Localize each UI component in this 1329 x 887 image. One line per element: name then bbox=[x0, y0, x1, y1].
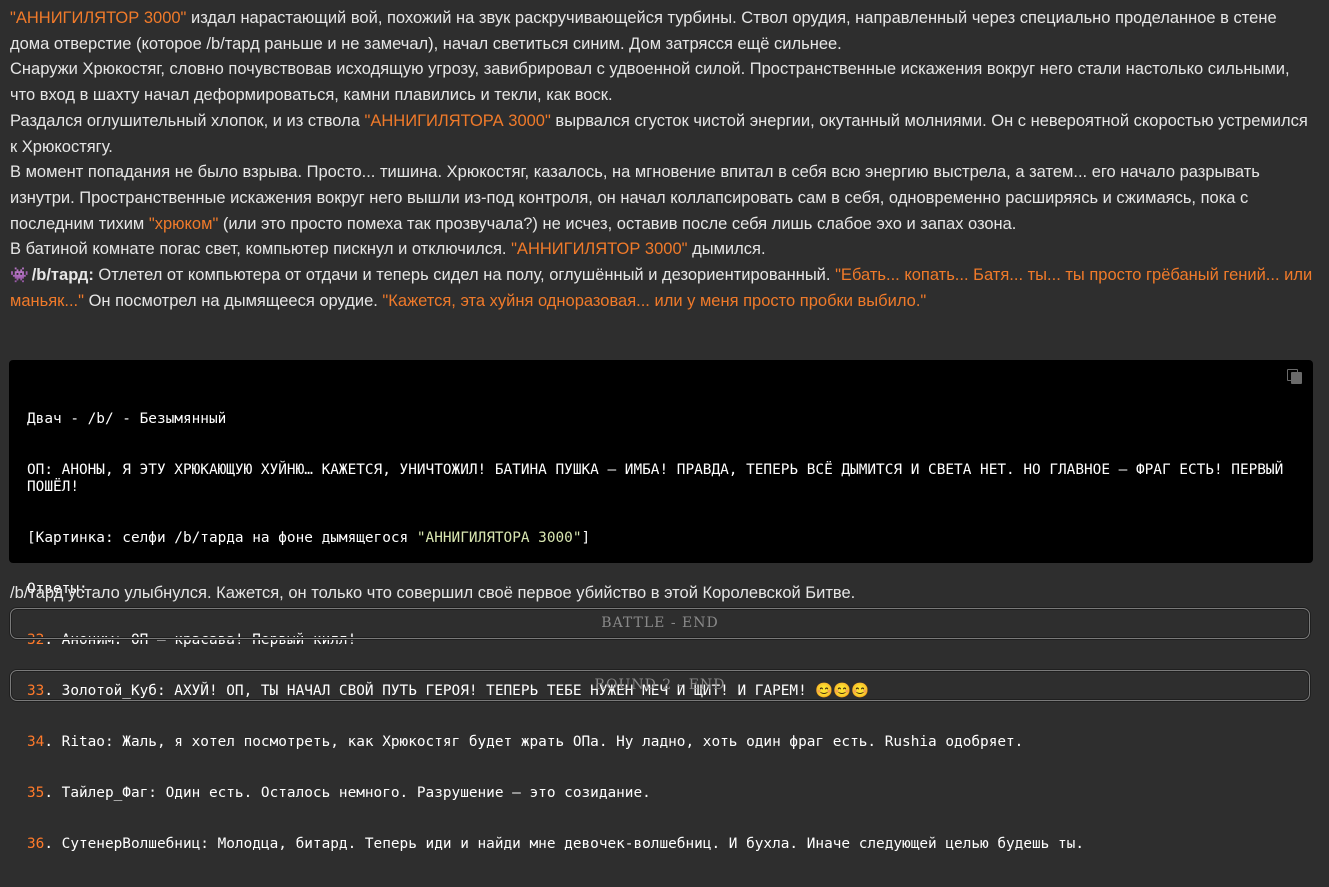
story-paragraph: В момент попадания не было взрыва. Прост… bbox=[10, 163, 1260, 233]
thread-op: ОП: АНОНЫ, Я ЭТУ ХРЮКАЮЩУЮ ХУЙНЮ… КАЖЕТС… bbox=[27, 462, 1292, 495]
quote-highlight: "АННИГИЛЯТОРА 3000" bbox=[364, 111, 551, 130]
story-paragraph: Снаружи Хрюкостяг, словно почувствовав и… bbox=[10, 60, 1290, 105]
story-paragraph: Раздался оглушительный хлопок, и из ство… bbox=[10, 111, 1308, 156]
closing-text: /b/тард устало улыбнулся. Кажется, он то… bbox=[10, 584, 856, 602]
code-block: Двач - /b/ - Безымянный ОП: АНОНЫ, Я ЭТУ… bbox=[9, 360, 1313, 852]
quote-highlight: "АННИГИЛЯТОР 3000" bbox=[10, 9, 187, 27]
quote-highlight: "Кажется, эта хуйня одноразовая... или у… bbox=[382, 291, 927, 310]
story-paragraph: В батиной комнате погас свет, компьютер … bbox=[10, 240, 766, 259]
battle-end-divider: BATTLE - END bbox=[10, 608, 1310, 639]
reply-number: 36 bbox=[27, 836, 45, 852]
reply-number: 34 bbox=[27, 734, 45, 750]
speaker-name: /b/тард: bbox=[31, 266, 94, 285]
story-text: "АННИГИЛЯТОР 3000" издал нарастающий вой… bbox=[10, 6, 1315, 314]
reply-row: 35. Тайлер_Фаг: Один есть. Осталось немн… bbox=[27, 785, 651, 801]
reply-row: 36. СутенерВолшебниц: Молодца, битард. Т… bbox=[27, 836, 1084, 852]
thread-header: Двач - /b/ - Безымянный bbox=[27, 411, 227, 427]
thread-picture: [Картинка: селфи /b/тарда на фоне дымяще… bbox=[27, 530, 591, 546]
story-paragraph: "АННИГИЛЯТОР 3000" издал нарастающий вой… bbox=[10, 9, 1277, 53]
story-paragraph: 👾/b/тард: Отлетел от компьютера от отдач… bbox=[10, 263, 1315, 314]
reply-row: 34. Ritao: Жаль, я хотел посмотреть, как… bbox=[27, 734, 1024, 750]
alien-icon: 👾 bbox=[10, 267, 29, 285]
quote-highlight: "хрюком" bbox=[148, 214, 219, 233]
quote-highlight: "АННИГИЛЯТОР 3000" bbox=[511, 240, 688, 259]
reply-number: 35 bbox=[27, 785, 45, 801]
round-end-divider: ROUND 2 - END bbox=[10, 670, 1310, 701]
